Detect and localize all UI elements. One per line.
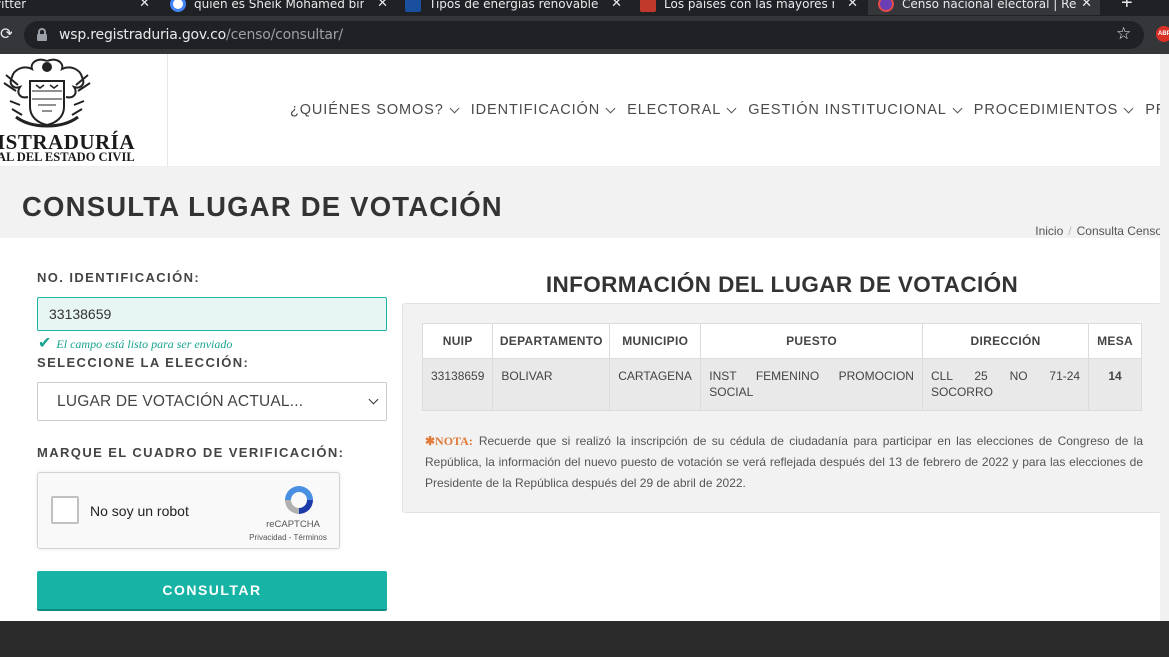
browser-tab-active[interactable]: Censo nacional electoral | Regis ✕: [868, 0, 1100, 15]
main-nav: ¿QUIÉNES SOMOS? IDENTIFICACIÓN ELECTORAL…: [290, 102, 1169, 118]
chevron-down-icon: [368, 394, 379, 405]
table-header-row: NUIP DEPARTAMENTO MUNICIPIO PUESTO DIREC…: [421, 323, 1142, 359]
recaptcha-brand: reCAPTCHA: [266, 519, 320, 530]
consultar-button[interactable]: CONSULTAR: [37, 571, 387, 611]
bookmark-star-icon[interactable]: ☆: [1116, 24, 1131, 44]
election-select[interactable]: LUGAR DE VOTACIÓN ACTUAL...: [37, 382, 387, 421]
reload-icon[interactable]: ⟳: [0, 24, 12, 44]
browser-toolbar: ⟳ wsp.registraduria.gov.co/censo/consult…: [0, 16, 1169, 54]
captcha-checkbox[interactable]: [51, 496, 79, 524]
column-header: MESA: [1088, 323, 1142, 359]
chevron-down-icon: [605, 103, 616, 113]
chevron-down-icon: [952, 103, 963, 113]
close-icon[interactable]: ✕: [1081, 0, 1092, 11]
id-number-input[interactable]: 33138659: [37, 297, 387, 331]
cell-departamento: BOLIVAR: [492, 358, 611, 411]
google-icon: [170, 0, 186, 12]
browser-tab-strip: Twitter ✕ quién es Sheik Mohamed bin Za …: [0, 0, 1169, 16]
nav-procedimientos[interactable]: PROCEDIMIENTOS: [974, 102, 1134, 118]
breadcrumb: Inicio / Consulta Censo: [1035, 224, 1162, 238]
logo-subtitle: AL DEL ESTADO CIVIL: [0, 150, 135, 164]
cell-direccion: CLL 25 NO 71-24 SOCORRO: [921, 358, 1090, 411]
page-scrollbar[interactable]: [1160, 54, 1169, 621]
url-text[interactable]: wsp.registraduria.gov.co/censo/consultar…: [59, 27, 343, 43]
nav-quienes-somos[interactable]: ¿QUIÉNES SOMOS?: [290, 102, 460, 118]
site-header: ISTRADURÍA AL DEL ESTADO CIVIL ¿QUIÉNES …: [0, 54, 1169, 167]
note-tag: ✱NOTA:: [425, 434, 473, 448]
page-title: CONSULTA LUGAR DE VOTACIÓN: [22, 191, 503, 222]
tab-title: Twitter: [0, 0, 27, 11]
table-row: 33138659 BOLIVAR CARTAGENA INST FEMENINO…: [421, 358, 1142, 411]
site-favicon-icon: [878, 0, 894, 12]
nav-gestion-institucional[interactable]: GESTIÓN INSTITUCIONAL: [748, 102, 963, 118]
close-icon[interactable]: ✕: [139, 0, 150, 11]
browser-tab[interactable]: Tipos de energías renovables - ✕: [405, 0, 630, 15]
column-header: NUIP: [421, 323, 494, 359]
check-icon: ✔: [38, 335, 52, 352]
note-text: ✱NOTA: Recuerde que si realizó la inscrip…: [425, 434, 1143, 490]
registraduria-logo[interactable]: ISTRADURÍA AL DEL ESTADO CIVIL: [0, 54, 168, 167]
tab-title: Los países con las mayores rese: [664, 0, 834, 11]
nav-electoral[interactable]: ELECTORAL: [627, 102, 737, 118]
page-title-band: CONSULTA LUGAR DE VOTACIÓN Inicio / Consul…: [0, 167, 1169, 238]
address-bar[interactable]: wsp.registraduria.gov.co/censo/consultar…: [24, 21, 1144, 49]
extension-icon[interactable]: ABP: [1156, 26, 1169, 42]
breadcrumb-current: Consulta Censo: [1076, 224, 1162, 238]
site-favicon-icon: [405, 0, 421, 12]
column-header: MUNICIPIO: [609, 323, 702, 359]
breadcrumb-home-link[interactable]: Inicio: [1035, 224, 1063, 238]
nav-identificacion[interactable]: IDENTIFICACIÓN: [471, 102, 616, 118]
tab-title: quién es Sheik Mohamed bin Za: [194, 0, 364, 11]
lock-icon[interactable]: [37, 28, 47, 41]
browser-tab[interactable]: Los países con las mayores rese ✕: [640, 0, 866, 15]
column-header: DIRECCIÓN: [921, 323, 1090, 359]
browser-tab[interactable]: Twitter ✕: [0, 0, 158, 15]
chevron-down-icon: [449, 103, 460, 113]
close-icon[interactable]: ✕: [847, 0, 858, 11]
result-panel: NUIP DEPARTAMENTO MUNICIPIO PUESTO DIREC…: [402, 303, 1162, 513]
result-table: NUIP DEPARTAMENTO MUNICIPIO PUESTO DIREC…: [421, 323, 1142, 411]
recaptcha-links[interactable]: Privacidad - Términos: [238, 533, 338, 542]
validation-message: ✔ El campo está listo para ser enviado: [38, 335, 233, 352]
recaptcha-widget: No soy un robot reCAPTCHA Privacidad - T…: [37, 472, 340, 549]
captcha-text: No soy un robot: [90, 503, 189, 519]
recaptcha-logo-icon: [285, 486, 313, 514]
result-title: INFORMACIÓN DEL LUGAR DE VOTACIÓN: [545, 272, 1019, 297]
tab-title: Tipos de energías renovables -: [429, 0, 599, 11]
chevron-down-icon: [726, 103, 737, 113]
cell-puesto: INST FEMENINO PROMOCION SOCIAL: [700, 358, 923, 411]
site-favicon-icon: [640, 0, 656, 12]
id-label: NO. IDENTIFICACIÓN:: [37, 270, 201, 285]
tab-title: Censo nacional electoral | Regis: [902, 0, 1077, 11]
cell-mesa: 14: [1088, 358, 1142, 411]
site-footer: [0, 621, 1169, 657]
cell-municipio: CARTAGENA: [609, 358, 702, 411]
close-icon[interactable]: ✕: [611, 0, 622, 11]
election-label: SELECCIONE LA ELECCIÓN:: [37, 355, 250, 370]
column-header: PUESTO: [700, 323, 923, 359]
cell-nuip: 33138659: [421, 358, 494, 411]
close-icon[interactable]: ✕: [377, 0, 388, 11]
coat-of-arms-icon: [3, 58, 91, 128]
browser-tab[interactable]: quién es Sheik Mohamed bin Za ✕: [170, 0, 396, 15]
new-tab-icon[interactable]: +: [1121, 0, 1139, 13]
captcha-label: MARQUE EL CUADRO DE VERIFICACIÓN:: [37, 445, 345, 460]
chevron-down-icon: [1123, 103, 1134, 113]
column-header: DEPARTAMENTO: [492, 323, 611, 359]
